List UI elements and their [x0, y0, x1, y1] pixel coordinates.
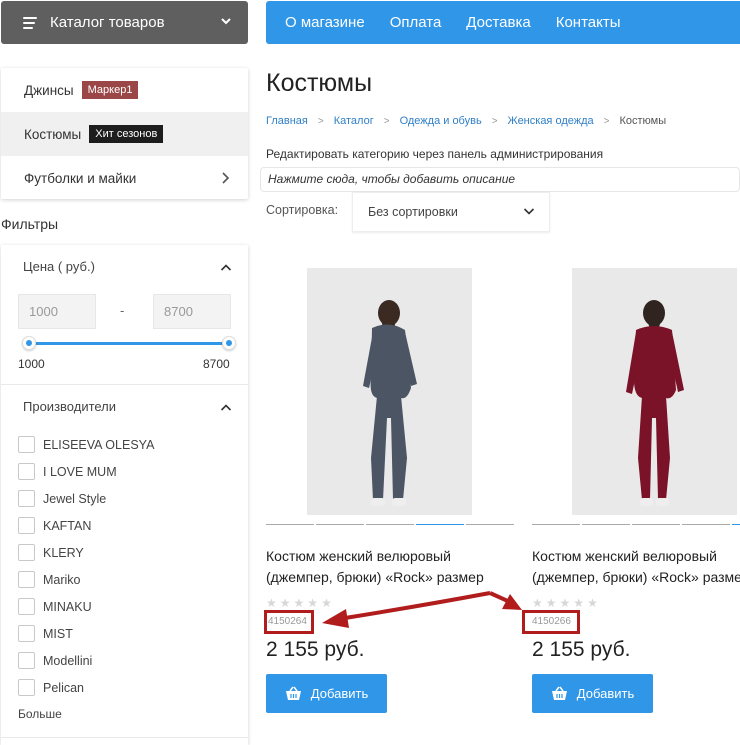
- filters-title: Фильтры: [1, 216, 59, 232]
- breadcrumb-women[interactable]: Женская одежда: [508, 115, 594, 127]
- chevron-up-icon[interactable]: [220, 263, 232, 272]
- basket-icon: [285, 686, 301, 700]
- price-range-max: 8700: [203, 357, 230, 371]
- price-min-input[interactable]: 1000: [18, 294, 96, 329]
- checkbox[interactable]: [18, 517, 35, 534]
- chevron-right-icon: [222, 172, 230, 184]
- product-image[interactable]: [307, 268, 472, 515]
- price-slider-track[interactable]: [29, 342, 229, 345]
- nav-payment[interactable]: Оплата: [390, 14, 442, 31]
- brand-item[interactable]: KAFTAN: [18, 512, 154, 539]
- product-card: Костюм женский велюровый (джемпер, брюки…: [264, 260, 526, 730]
- product-name[interactable]: Костюм женский велюровый (джемпер, брюки…: [266, 546, 506, 588]
- chevron-down-icon: [221, 18, 231, 25]
- price-dash: -: [120, 303, 125, 318]
- add-to-cart-button[interactable]: Добавить: [266, 674, 387, 713]
- chevron-right-icon: >: [491, 115, 498, 127]
- checkbox[interactable]: [18, 625, 35, 642]
- sidebar-item-jeans[interactable]: Джинсы Маркер1: [1, 68, 248, 112]
- chevron-down-icon: [523, 208, 535, 215]
- brand-item[interactable]: Jewel Style: [18, 485, 154, 512]
- description-field[interactable]: Нажмите сюда, чтобы добавить описание: [260, 167, 740, 192]
- image-pager[interactable]: [532, 524, 740, 525]
- breadcrumb: Главная > Каталог > Одежда и обувь > Жен…: [266, 115, 666, 127]
- breadcrumb-current: Костюмы: [619, 115, 667, 127]
- breadcrumb-home[interactable]: Главная: [266, 115, 308, 127]
- brand-item[interactable]: KLERY: [18, 539, 154, 566]
- product-image[interactable]: [572, 268, 737, 515]
- brand-item[interactable]: MIST: [18, 620, 154, 647]
- divider: [1, 737, 248, 738]
- sidebar-item-label: Костюмы: [24, 126, 82, 142]
- filter-panel: Цена ( руб.) 1000 - 8700 1000 8700 Произ…: [1, 245, 248, 745]
- product-name[interactable]: Костюм женский велюровый (джемпер, брюки…: [532, 546, 740, 588]
- image-pager[interactable]: [266, 524, 514, 525]
- page-title: Костюмы: [266, 69, 373, 97]
- brand-item[interactable]: MINAKU: [18, 593, 154, 620]
- rating-stars[interactable]: ★ ★ ★ ★ ★: [532, 596, 598, 610]
- checkbox[interactable]: [18, 463, 35, 480]
- divider: [1, 384, 248, 385]
- checkbox[interactable]: [18, 490, 35, 507]
- price-range-min: 1000: [18, 357, 45, 371]
- brand-item[interactable]: I LOVE MUM: [18, 458, 154, 485]
- chevron-right-icon: >: [383, 115, 390, 127]
- chevron-right-icon: >: [603, 115, 610, 127]
- sort-label: Сортировка:: [266, 203, 339, 217]
- brand-item[interactable]: Pelican: [18, 674, 154, 701]
- checkbox[interactable]: [18, 652, 35, 669]
- sidebar-item-tshirts[interactable]: Футболки и майки: [1, 156, 248, 200]
- brand-item[interactable]: Modellini: [18, 647, 154, 674]
- product-card: Костюм женский велюровый (джемпер, брюки…: [522, 260, 740, 730]
- show-more-link[interactable]: Больше: [18, 707, 62, 721]
- admin-edit-note[interactable]: Редактировать категорию через панель адм…: [266, 147, 603, 161]
- marker-badge: Маркер1: [81, 81, 139, 99]
- menu-icon: [23, 16, 37, 29]
- sidebar-menu: Джинсы Маркер1 Костюмы Хит сезонов Футбо…: [1, 68, 248, 199]
- product-sku: 4150264: [264, 610, 314, 634]
- nav-delivery[interactable]: Доставка: [466, 14, 530, 31]
- chevron-up-icon[interactable]: [220, 403, 232, 412]
- add-to-cart-button[interactable]: Добавить: [532, 674, 653, 713]
- brands-filter-title: Производители: [23, 399, 117, 414]
- add-to-cart-label: Добавить: [310, 686, 369, 701]
- price-filter-title: Цена ( руб.): [23, 259, 95, 274]
- breadcrumb-catalog[interactable]: Каталог: [334, 115, 374, 127]
- breadcrumb-clothing[interactable]: Одежда и обувь: [400, 115, 482, 127]
- catalog-button[interactable]: Каталог товаров: [1, 1, 248, 44]
- sidebar-item-label: Джинсы: [24, 82, 74, 98]
- nav-contacts[interactable]: Контакты: [556, 14, 621, 31]
- checkbox[interactable]: [18, 436, 35, 453]
- woman-figure-icon: [626, 300, 684, 506]
- hit-badge: Хит сезонов: [89, 125, 164, 143]
- product-price: 2 155 руб.: [266, 638, 365, 661]
- brand-item[interactable]: ELISEEVA OLESYA: [18, 431, 154, 458]
- rating-stars[interactable]: ★ ★ ★ ★ ★: [266, 596, 332, 610]
- checkbox[interactable]: [18, 544, 35, 561]
- woman-figure-icon: [363, 300, 417, 506]
- price-max-input[interactable]: 8700: [153, 294, 231, 329]
- checkbox[interactable]: [18, 598, 35, 615]
- catalog-label: Каталог товаров: [50, 14, 165, 31]
- checkbox[interactable]: [18, 679, 35, 696]
- sort-select[interactable]: Без сортировки: [352, 192, 550, 232]
- brand-list: ELISEEVA OLESYA I LOVE MUM Jewel Style K…: [18, 431, 154, 701]
- nav-about[interactable]: О магазине: [285, 14, 365, 31]
- chevron-right-icon: >: [317, 115, 324, 127]
- product-price: 2 155 руб.: [532, 638, 631, 661]
- sidebar-item-suits[interactable]: Костюмы Хит сезонов: [1, 112, 248, 156]
- product-sku: 4150266: [522, 610, 580, 634]
- top-navigation: О магазине Оплата Доставка Контакты: [266, 1, 740, 44]
- price-slider-min-handle[interactable]: [22, 336, 36, 350]
- sort-value: Без сортировки: [368, 205, 458, 219]
- sidebar-item-label: Футболки и майки: [24, 170, 137, 186]
- add-to-cart-label: Добавить: [576, 686, 635, 701]
- price-slider-max-handle[interactable]: [222, 336, 236, 350]
- basket-icon: [551, 686, 567, 700]
- checkbox[interactable]: [18, 571, 35, 588]
- brand-item[interactable]: Mariko: [18, 566, 154, 593]
